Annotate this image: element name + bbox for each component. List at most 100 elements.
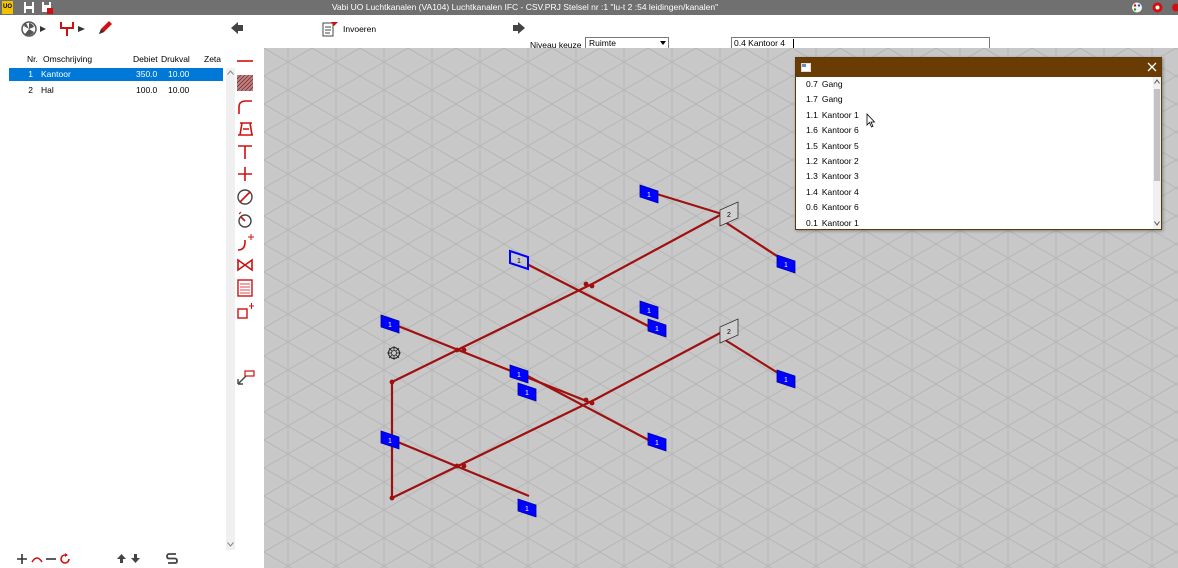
arrow-forward-icon[interactable] bbox=[512, 21, 526, 35]
window-title: Vabi UO Luchtkanalen (VA104) Luchtkanale… bbox=[331, 2, 719, 12]
room-code: 1.3 bbox=[806, 171, 818, 182]
terminal-label: 1 bbox=[525, 506, 529, 513]
room-name: Kantoor 3 bbox=[821, 171, 859, 182]
room-list-item[interactable]: 1.3 Kantoor 3 bbox=[806, 171, 859, 181]
reducer-icon[interactable] bbox=[236, 121, 254, 137]
meter-icon[interactable] bbox=[236, 211, 254, 229]
tee-icon[interactable] bbox=[236, 144, 254, 160]
cross-icon[interactable] bbox=[236, 166, 254, 182]
close-app-icon[interactable] bbox=[1169, 1, 1178, 14]
room-list-item[interactable]: 0.1 Kantoor 1 bbox=[806, 218, 859, 228]
terminal-label: 1 bbox=[655, 326, 659, 333]
room-name: Kantoor 2 bbox=[821, 156, 859, 166]
room-list-item[interactable]: 1.5 Kantoor 5 bbox=[806, 141, 859, 151]
header-nr[interactable]: Nr. bbox=[27, 54, 38, 64]
add-bend-icon[interactable] bbox=[236, 234, 254, 252]
scroll-up-icon[interactable] bbox=[1154, 79, 1160, 84]
mouse-cursor-icon bbox=[866, 113, 876, 128]
cell-debiet: 100.0 bbox=[136, 85, 158, 95]
connect-icon[interactable] bbox=[31, 554, 43, 564]
duct-joint[interactable] bbox=[461, 463, 467, 469]
silencer-icon[interactable] bbox=[237, 279, 253, 297]
cell-omschrijving: Kantoor bbox=[41, 69, 71, 79]
room-input-value: 0.4 Kantoor 4 bbox=[734, 38, 786, 48]
refresh-icon[interactable] bbox=[59, 553, 71, 565]
table-scrollbar[interactable] bbox=[226, 68, 235, 550]
terminal-label: 1 bbox=[647, 308, 651, 315]
title-bar: UO Vabi UO Luchtkanalen (VA104) Luchtkan… bbox=[0, 0, 1178, 15]
room-code: 0.7 bbox=[806, 79, 818, 89]
header-zeta[interactable]: Zeta bbox=[204, 54, 221, 64]
scroll-down-icon[interactable] bbox=[227, 542, 234, 547]
invoeren-icon[interactable] bbox=[322, 20, 339, 37]
cell-drukval: 10.00 bbox=[168, 69, 190, 79]
room-name: Kantoor 6 bbox=[821, 125, 859, 136]
fan-icon[interactable] bbox=[20, 21, 50, 37]
pencil-icon[interactable] bbox=[96, 19, 114, 37]
close-icon[interactable] bbox=[1147, 62, 1157, 72]
niveau-keuze-value: Ruimte bbox=[589, 38, 616, 48]
bend-icon[interactable] bbox=[236, 99, 254, 115]
duct-joint[interactable] bbox=[461, 347, 467, 353]
room-list-item[interactable]: 1.1 Kantoor 1 bbox=[806, 110, 859, 120]
remove-row-icon[interactable] bbox=[46, 554, 56, 564]
add-row-icon[interactable] bbox=[17, 554, 27, 564]
cell-debiet: 350.0 bbox=[136, 69, 158, 79]
room-code: 1.4 bbox=[806, 186, 818, 197]
scroll-down-icon[interactable] bbox=[1154, 221, 1160, 226]
duct-joint[interactable] bbox=[589, 283, 595, 289]
duct-joint[interactable] bbox=[389, 495, 395, 501]
insert-point-icon[interactable] bbox=[236, 368, 256, 386]
settings-icon[interactable] bbox=[1151, 1, 1164, 14]
room-list-item[interactable]: 0.6 Kantoor 6 bbox=[806, 202, 859, 212]
terminal-label: 2 bbox=[727, 329, 731, 336]
header-drukval[interactable]: Drukval bbox=[161, 54, 190, 64]
room-name: Kantoor 1 bbox=[821, 109, 859, 120]
valve-icon[interactable] bbox=[236, 258, 254, 272]
room-selection-popup: 0.7 Gang 1.7 Gang 1.1 Kantoor 1 1.6 Kantoor 6 1.… bbox=[795, 57, 1162, 230]
terminal-label: 1 bbox=[647, 192, 651, 199]
duct-joint[interactable] bbox=[583, 397, 589, 403]
palette-icon[interactable] bbox=[1131, 1, 1143, 14]
room-code: 1.5 bbox=[806, 140, 818, 151]
sort-icon[interactable] bbox=[166, 552, 178, 565]
duct-joint[interactable] bbox=[454, 347, 460, 353]
room-list-item[interactable]: 0.7 Gang bbox=[806, 79, 843, 89]
duct-joint[interactable] bbox=[583, 281, 589, 287]
move-down-icon[interactable] bbox=[131, 554, 140, 563]
duct-joint[interactable] bbox=[389, 379, 395, 385]
move-up-icon[interactable] bbox=[117, 554, 126, 563]
group-table-panel: Nr. Omschrijving Debiet Drukval Zeta 1 Ka… bbox=[0, 48, 229, 568]
terminal-label: 1 bbox=[784, 262, 788, 269]
room-code: 0.6 bbox=[806, 202, 818, 213]
room-list-scrollbar[interactable] bbox=[1153, 77, 1161, 229]
table-row[interactable]: 1 Kantoor 350.0 10.00 bbox=[9, 68, 223, 81]
duct-line-icon[interactable] bbox=[236, 54, 254, 68]
room-list-item[interactable]: 1.6 Kantoor 6 bbox=[806, 125, 859, 135]
room-code: 1.1 bbox=[806, 109, 818, 120]
invoeren-button[interactable]: Invoeren bbox=[343, 24, 376, 34]
terminal-label: 1 bbox=[517, 372, 521, 379]
terminal-label: 1 bbox=[525, 390, 529, 397]
duct-joint[interactable] bbox=[589, 400, 595, 406]
pattern-fill-icon[interactable] bbox=[237, 75, 253, 91]
header-omschrijving[interactable]: Omschrijving bbox=[43, 54, 92, 64]
arrow-back-icon[interactable] bbox=[230, 21, 244, 35]
fan-symbol[interactable] bbox=[387, 346, 401, 360]
scroll-thumb[interactable] bbox=[1154, 89, 1160, 181]
table-row[interactable]: 2 Hal 100.0 10.00 bbox=[9, 84, 223, 97]
chevron-down-icon[interactable] bbox=[660, 41, 666, 45]
branch-icon[interactable] bbox=[57, 20, 89, 38]
room-list-item[interactable]: 1.7 Gang bbox=[806, 94, 843, 104]
text-caret bbox=[793, 39, 794, 48]
scroll-up-icon[interactable] bbox=[227, 70, 234, 75]
room-list: 0.7 Gang 1.7 Gang 1.1 Kantoor 1 1.6 Kantoor 6 1.… bbox=[796, 77, 1153, 229]
damper-icon[interactable] bbox=[236, 188, 254, 206]
header-debiet[interactable]: Debiet bbox=[133, 54, 158, 64]
cell-nr: 1 bbox=[28, 69, 33, 79]
room-list-item[interactable]: 1.2 Kantoor 2 bbox=[806, 156, 859, 166]
duct-joint[interactable] bbox=[454, 463, 460, 469]
room-list-item[interactable]: 1.4 Kantoor 4 bbox=[806, 187, 859, 197]
room-name: Kantoor 6 bbox=[821, 202, 859, 213]
add-terminal-icon[interactable] bbox=[236, 303, 254, 321]
